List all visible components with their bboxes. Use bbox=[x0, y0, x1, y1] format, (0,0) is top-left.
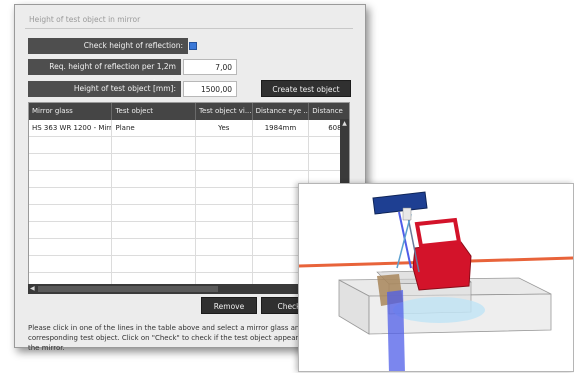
table-header: Mirror glass Test object Test object vi.… bbox=[29, 103, 349, 120]
cell-distance-eye[interactable]: 1984mm bbox=[253, 120, 310, 136]
table-horizontal-scrollbar[interactable]: ◀ bbox=[28, 284, 340, 294]
test-object-pillar bbox=[387, 290, 405, 371]
table-row[interactable]: HS 363 WR 1200 - Mirr... Plane Yes 1984m… bbox=[29, 120, 349, 137]
group-title: Height of test object in mirror bbox=[29, 15, 141, 24]
remove-button[interactable]: Remove bbox=[201, 297, 257, 314]
table-cell[interactable] bbox=[196, 222, 253, 238]
table-cell[interactable] bbox=[29, 171, 113, 187]
cell-mirror-glass[interactable]: HS 363 WR 1200 - Mirr... bbox=[29, 120, 113, 136]
cab-frame bbox=[414, 217, 462, 249]
group-divider bbox=[25, 28, 353, 29]
test-height-label: Height of test object [mm]: bbox=[28, 81, 181, 97]
table-cell[interactable] bbox=[196, 188, 253, 204]
cell-test-object[interactable]: Plane bbox=[112, 120, 196, 136]
column-header-test-object-visible[interactable]: Test object vi... bbox=[196, 103, 253, 120]
reflection-area bbox=[393, 297, 485, 323]
column-header-distance-eye[interactable]: Distance eye ... bbox=[253, 103, 310, 120]
table-row[interactable] bbox=[29, 154, 349, 171]
column-header-distance[interactable]: Distance bbox=[309, 103, 349, 120]
check-height-checkbox[interactable] bbox=[189, 42, 197, 50]
truck-cab bbox=[412, 241, 472, 291]
table-cell[interactable] bbox=[253, 137, 310, 153]
table-cell[interactable] bbox=[196, 256, 253, 272]
table-cell[interactable] bbox=[29, 256, 113, 272]
table-cell[interactable] bbox=[112, 239, 196, 255]
table-row[interactable] bbox=[29, 137, 349, 154]
3d-viewport[interactable] bbox=[298, 183, 574, 372]
table-cell[interactable] bbox=[112, 222, 196, 238]
table-cell[interactable] bbox=[29, 137, 113, 153]
req-height-label: Req. height of reflection per 1,2m [mm]: bbox=[28, 59, 181, 87]
table-cell[interactable] bbox=[29, 188, 113, 204]
column-header-test-object[interactable]: Test object bbox=[112, 103, 196, 120]
table-cell[interactable] bbox=[196, 154, 253, 170]
table-cell[interactable] bbox=[196, 137, 253, 153]
table-cell[interactable] bbox=[112, 137, 196, 153]
table-cell[interactable] bbox=[29, 222, 113, 238]
table-cell[interactable] bbox=[29, 154, 113, 170]
table-cell[interactable] bbox=[112, 171, 196, 187]
req-height-input[interactable] bbox=[183, 59, 237, 75]
table-cell[interactable] bbox=[29, 239, 113, 255]
table-cell[interactable] bbox=[112, 205, 196, 221]
column-header-mirror-glass[interactable]: Mirror glass bbox=[29, 103, 113, 120]
test-height-input[interactable] bbox=[183, 81, 237, 97]
horizontal-scroll-thumb[interactable] bbox=[38, 286, 218, 292]
table-cell[interactable] bbox=[112, 188, 196, 204]
table-cell[interactable] bbox=[112, 256, 196, 272]
cell-test-object-visible[interactable]: Yes bbox=[196, 120, 253, 136]
scroll-up-icon[interactable]: ▲ bbox=[340, 119, 349, 128]
table-cell[interactable] bbox=[253, 154, 310, 170]
table-cell[interactable] bbox=[196, 171, 253, 187]
create-test-object-button[interactable]: Create test object bbox=[261, 80, 351, 97]
check-height-label: Check height of reflection: bbox=[28, 38, 188, 54]
table-cell[interactable] bbox=[112, 154, 196, 170]
truck-mirror-scene bbox=[299, 191, 573, 371]
table-cell[interactable] bbox=[196, 239, 253, 255]
table-cell[interactable] bbox=[29, 205, 113, 221]
table-cell[interactable] bbox=[196, 205, 253, 221]
mirror-mount bbox=[402, 207, 412, 221]
roof-mirror-unit bbox=[372, 191, 428, 215]
